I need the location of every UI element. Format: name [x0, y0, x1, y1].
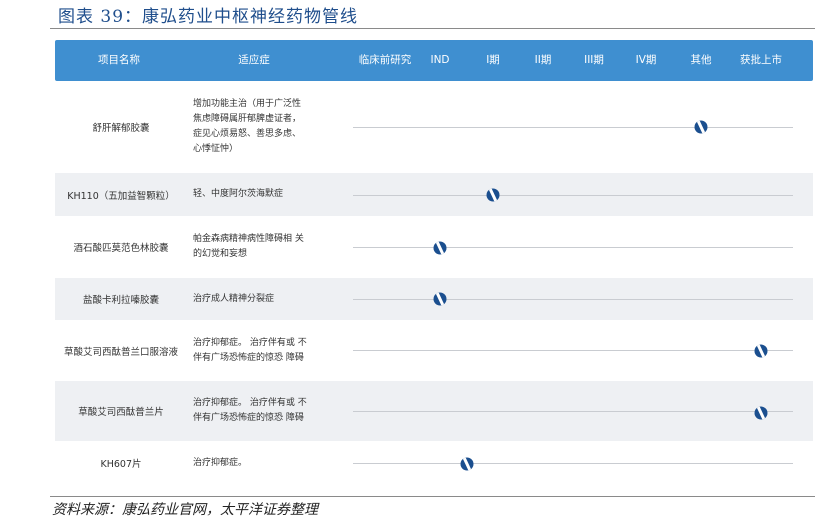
progress-track: [353, 195, 793, 196]
indication-text: 治疗成人精神分裂症: [193, 278, 333, 320]
table-header: 项目名称 适应症 临床前研究 IND I期 II期 III期 IV期 其他 获批…: [55, 40, 813, 81]
table-row: 草酸艾司西酞普兰口服溶液 治疗抑郁症。 治疗伴有或 不 伴有广场恐怖症的惊恐 障…: [55, 320, 813, 381]
indication-text: 治疗抑郁症。: [193, 441, 333, 485]
indication-line: 帕金森病精神病性障碍相 关: [193, 234, 304, 244]
stage-marker-icon: [433, 292, 447, 306]
indication-line: 治疗成人精神分裂症: [193, 293, 275, 304]
stage-marker-icon: [486, 188, 500, 202]
header-stage-preclinical: 临床前研究: [358, 54, 412, 66]
indication-line: 伴有广场恐怖症的惊恐 障碍: [193, 413, 304, 423]
header-stage-phase1: I期: [486, 54, 500, 66]
drug-name: 酒石酸匹莫范色林胶囊: [73, 243, 169, 254]
indication-line: 症见心烦易怒、善思多虑、: [193, 129, 302, 139]
progress-track: [353, 463, 793, 464]
pipeline-table: 项目名称 适应症 临床前研究 IND I期 II期 III期 IV期 其他 获批…: [55, 40, 813, 485]
header-stage-phase3: III期: [584, 54, 604, 66]
table-row: 舒肝解郁胶囊 增加功能主治（用于广泛性 焦虑障碍属肝郁脾虚证者， 症见心烦易怒、…: [55, 81, 813, 173]
header-drug-name: 项目名称: [98, 54, 140, 66]
indication-text: 轻、中度阿尔茨海默症: [193, 173, 333, 216]
indication-text: 帕金森病精神病性障碍相 关 的幻觉和妄想: [193, 216, 333, 278]
progress-track: [353, 127, 793, 128]
drug-name: 舒肝解郁胶囊: [92, 123, 150, 134]
header-indication: 适应症: [238, 54, 270, 66]
indication-text: 治疗抑郁症。 治疗伴有或 不 伴有广场恐怖症的惊恐 障碍: [193, 381, 333, 441]
bottom-divider: [50, 496, 815, 497]
indication-line: 心悸怔忡）: [193, 144, 239, 154]
indication-line: 治疗抑郁症。 治疗伴有或 不: [193, 398, 307, 408]
top-divider: [50, 28, 815, 29]
source-note: 资料来源：康弘药业官网，太平洋证券整理: [52, 502, 318, 518]
indication-line: 轻、中度阿尔茨海默症: [193, 189, 284, 199]
drug-name: KH110（五加益智颗粒）: [67, 190, 175, 202]
table-row: 酒石酸匹莫范色林胶囊 帕金森病精神病性障碍相 关 的幻觉和妄想: [55, 216, 813, 278]
progress-track: [353, 247, 793, 248]
figure-title: 图表 39：康弘药业中枢神经药物管线: [58, 7, 359, 27]
stage-marker-icon: [460, 457, 473, 471]
drug-name: 草酸艾司西酞普兰口服溶液: [63, 346, 178, 358]
indication-line: 的幻觉和妄想: [193, 249, 248, 259]
progress-track: [353, 299, 793, 300]
table-row: KH607片 治疗抑郁症。: [55, 441, 813, 485]
header-stage-phase2: II期: [534, 54, 552, 66]
indication-line: 增加功能主治（用于广泛性: [193, 99, 302, 109]
stage-marker-icon: [754, 406, 768, 420]
indication-line: 治疗抑郁症。: [193, 457, 248, 468]
header-stage-approved: 获批上市: [740, 54, 782, 66]
drug-name: KH607片: [100, 459, 142, 470]
indication-text: 增加功能主治（用于广泛性 焦虑障碍属肝郁脾虚证者， 症见心烦易怒、善思多虑、 心…: [193, 81, 333, 173]
header-stage-ind: IND: [430, 54, 450, 66]
progress-track: [353, 350, 793, 351]
stage-marker-icon: [694, 120, 708, 134]
indication-line: 伴有广场恐怖症的惊恐 障碍: [193, 352, 304, 363]
indication-line: 治疗抑郁症。 治疗伴有或 不: [193, 337, 307, 348]
table-row: 草酸艾司西酞普兰片 治疗抑郁症。 治疗伴有或 不 伴有广场恐怖症的惊恐 障碍: [55, 381, 813, 441]
table-row: 盐酸卡利拉嗪胶囊 治疗成人精神分裂症: [55, 278, 813, 320]
indication-line: 焦虑障碍属肝郁脾虚证者，: [193, 114, 302, 124]
drug-name: 草酸艾司西酞普兰片: [78, 407, 164, 418]
header-stage-other: 其他: [690, 54, 712, 66]
progress-track: [353, 411, 793, 412]
indication-text: 治疗抑郁症。 治疗伴有或 不 伴有广场恐怖症的惊恐 障碍: [193, 320, 333, 381]
stage-marker-icon: [433, 241, 447, 255]
stage-marker-icon: [754, 344, 768, 358]
drug-name: 盐酸卡利拉嗪胶囊: [82, 295, 159, 306]
table-row: KH110（五加益智颗粒） 轻、中度阿尔茨海默症: [55, 173, 813, 216]
header-stage-phase4: IV期: [635, 54, 657, 66]
